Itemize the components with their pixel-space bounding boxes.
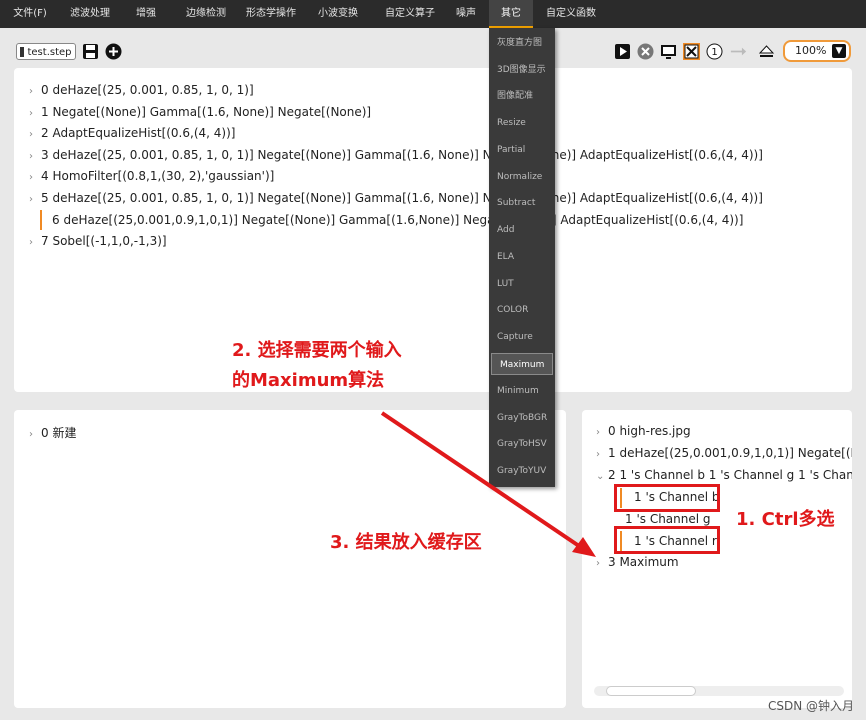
list-item[interactable]: › 0 新建 bbox=[29, 424, 76, 441]
menu-item-registration[interactable]: 图像配准 bbox=[489, 83, 555, 109]
menu-item-resize[interactable]: Resize bbox=[489, 110, 555, 136]
menu-item-gray-to-hsv[interactable]: GrayToHSV bbox=[489, 431, 555, 457]
list-item-selected[interactable]: 6 deHaze[(25,0.001,0.9,1,0,1)] Negate[(N… bbox=[52, 213, 743, 227]
menu-item-gray-histogram[interactable]: 灰度直方图 bbox=[489, 30, 555, 56]
menu-item-lut[interactable]: LUT bbox=[489, 271, 555, 297]
chevron-right-icon[interactable]: › bbox=[29, 237, 41, 248]
list-item[interactable]: › 3 deHaze[(25, 0.001, 0.85, 1, 0, 1)] Ne… bbox=[29, 148, 763, 162]
menu-edge-detect[interactable]: 边缘检测 bbox=[176, 0, 236, 28]
menu-other[interactable]: 其它 bbox=[489, 0, 533, 28]
chevron-right-icon[interactable]: › bbox=[596, 427, 608, 438]
horizontal-scrollbar[interactable] bbox=[594, 686, 844, 696]
chevron-right-icon[interactable]: › bbox=[29, 86, 41, 97]
chevron-right-icon[interactable]: › bbox=[29, 108, 41, 119]
list-item[interactable]: › 2 AdaptEqualizeHist[(0.6,(4, 4))] bbox=[29, 126, 235, 140]
menu-morphology[interactable]: 形态学操作 bbox=[240, 0, 302, 28]
step-list-panel: › 0 deHaze[(25, 0.001, 0.85, 1, 0, 1)] › 1… bbox=[14, 68, 852, 392]
menu-file[interactable]: 文件(F) bbox=[6, 0, 54, 28]
selection-marker bbox=[40, 210, 42, 230]
channel-g-item[interactable]: 1 's Channel g bbox=[625, 512, 711, 526]
highlight-channel-b bbox=[614, 484, 720, 512]
list-item[interactable]: › 7 Sobel[(-1,1,0,-1,3)] bbox=[29, 234, 167, 248]
menu-item-minimum[interactable]: Minimum bbox=[489, 378, 555, 404]
menu-noise[interactable]: 噪声 bbox=[448, 0, 484, 28]
annotation-step3: 3. 结果放入缓存区 bbox=[330, 532, 482, 553]
menu-item-maximum[interactable]: Maximum bbox=[491, 353, 553, 375]
scrollbar-thumb[interactable] bbox=[606, 686, 696, 696]
chevron-right-icon[interactable]: › bbox=[596, 449, 608, 460]
chevron-right-icon[interactable]: › bbox=[596, 558, 608, 569]
menu-item-normalize[interactable]: Normalize bbox=[489, 164, 555, 190]
zoom-select[interactable]: 100% ▼ bbox=[783, 40, 851, 62]
arrow-right-icon[interactable] bbox=[730, 43, 747, 60]
menu-item-subtract[interactable]: Subtract bbox=[489, 190, 555, 216]
menu-item-capture[interactable]: Capture bbox=[489, 324, 555, 350]
list-item[interactable]: › 0 deHaze[(25, 0.001, 0.85, 1, 0, 1)] bbox=[29, 83, 254, 97]
cache-list-panel: › 0 high-res.jpg › 1 deHaze[(25,0.001,0.9,… bbox=[582, 410, 852, 708]
annotation-step1: 1. Ctrl多选 bbox=[736, 509, 835, 530]
menu-wavelet[interactable]: 小波变换 bbox=[310, 0, 366, 28]
other-menu-dropdown: 灰度直方图 3D图像显示 图像配准 Resize Partial Normali… bbox=[489, 28, 555, 487]
step-number-icon[interactable]: 1 bbox=[706, 43, 723, 60]
file-marker-icon bbox=[20, 47, 25, 57]
file-name-label: test.step bbox=[27, 47, 72, 58]
save-icon[interactable] bbox=[82, 43, 99, 60]
chevron-down-icon[interactable]: ▼ bbox=[832, 44, 846, 58]
list-item[interactable]: › 1 Negate[(None)] Gamma[(1.6, None)] Neg… bbox=[29, 105, 371, 119]
list-item[interactable]: › 4 HomoFilter[(0.8,1,(30, 2),'gaussian')… bbox=[29, 169, 274, 183]
highlight-channel-r bbox=[614, 526, 720, 554]
add-icon[interactable] bbox=[105, 43, 122, 60]
stop-icon[interactable] bbox=[637, 43, 654, 60]
chevron-right-icon[interactable]: › bbox=[29, 172, 41, 183]
chevron-right-icon[interactable]: › bbox=[29, 129, 41, 140]
menu-item-3d-display[interactable]: 3D图像显示 bbox=[489, 57, 555, 83]
menu-item-gray-to-yuv[interactable]: GrayToYUV bbox=[489, 458, 555, 484]
menu-custom-operator[interactable]: 自定义算子 bbox=[378, 0, 442, 28]
menu-enhance[interactable]: 增强 bbox=[126, 0, 166, 28]
annotation-step2-line2: 的Maximum算法 bbox=[232, 370, 385, 391]
eject-icon[interactable] bbox=[758, 43, 775, 60]
menu-item-color[interactable]: COLOR bbox=[489, 297, 555, 323]
list-item[interactable]: › 3 Maximum bbox=[596, 555, 679, 569]
menu-filter[interactable]: 滤波处理 bbox=[62, 0, 118, 28]
zoom-value: 100% bbox=[795, 44, 827, 57]
new-list-panel: › 0 新建 bbox=[14, 410, 566, 708]
chevron-right-icon[interactable]: › bbox=[29, 151, 41, 162]
file-tab-button[interactable]: test.step bbox=[16, 43, 76, 60]
chevron-down-icon[interactable]: ⌄ bbox=[596, 471, 608, 482]
close-window-icon[interactable] bbox=[683, 43, 700, 60]
chevron-right-icon[interactable]: › bbox=[29, 429, 41, 440]
menu-item-partial[interactable]: Partial bbox=[489, 137, 555, 163]
list-item[interactable]: › 0 high-res.jpg bbox=[596, 424, 691, 438]
menu-custom-function[interactable]: 自定义函数 bbox=[540, 0, 602, 28]
list-item[interactable]: › 1 deHaze[(25,0.001,0.9,1,0,1)] Negate[(… bbox=[596, 446, 852, 460]
menu-item-gray-to-bgr[interactable]: GrayToBGR bbox=[489, 405, 555, 431]
step-number-text: 1 bbox=[711, 47, 717, 58]
menu-item-ela[interactable]: ELA bbox=[489, 244, 555, 270]
annotation-step2-line1: 2. 选择需要两个输入 bbox=[232, 340, 402, 361]
menubar: 文件(F) 滤波处理 增强 边缘检测 形态学操作 小波变换 自定义算子 噪声 其… bbox=[0, 0, 866, 28]
display-icon[interactable] bbox=[660, 43, 677, 60]
menu-item-add[interactable]: Add bbox=[489, 217, 555, 243]
list-item[interactable]: › 5 deHaze[(25, 0.001, 0.85, 1, 0, 1)] Ne… bbox=[29, 191, 763, 205]
chevron-right-icon[interactable]: › bbox=[29, 194, 41, 205]
list-item-expanded[interactable]: ⌄ 2 1 's Channel b 1 's Channel g 1 's Ch… bbox=[596, 468, 852, 482]
watermark: CSDN @钟入月 bbox=[767, 699, 854, 713]
run-icon[interactable] bbox=[614, 43, 631, 60]
